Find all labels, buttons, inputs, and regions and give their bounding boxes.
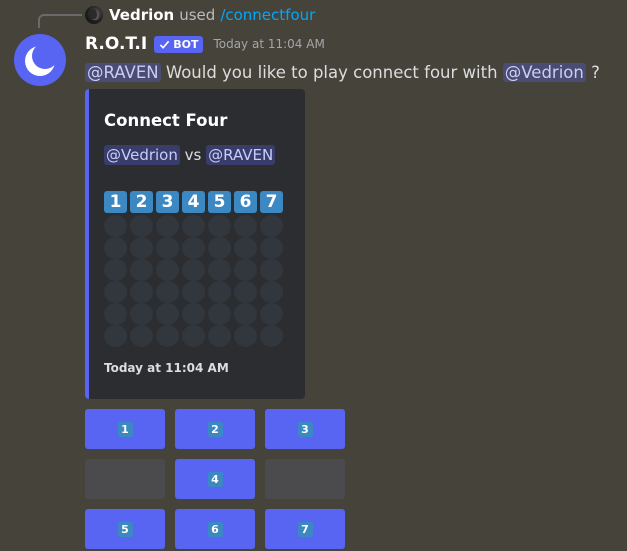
column-number-5-icon: 5: [208, 191, 231, 213]
empty-cell-icon: [234, 237, 257, 259]
keycap-6-icon: 6: [207, 521, 223, 537]
message-text: Would you like to play connect four with: [165, 63, 498, 82]
empty-cell-icon: [208, 259, 231, 281]
empty-cell-icon: [130, 215, 153, 237]
blank-button: [85, 459, 165, 499]
empty-cell-icon: [234, 281, 257, 303]
empty-cell-icon: [208, 215, 231, 237]
mention-challenged[interactable]: @RAVEN: [85, 63, 161, 82]
message-text-end: ?: [591, 63, 600, 82]
vs-text: vs: [184, 146, 202, 164]
keycap-5-icon: 5: [117, 521, 133, 537]
drop-column-3-button[interactable]: 3: [265, 409, 345, 449]
empty-cell-icon: [156, 237, 179, 259]
empty-cell-icon: [182, 281, 205, 303]
empty-cell-icon: [234, 259, 257, 281]
reply-username[interactable]: Vedrion: [109, 6, 174, 24]
column-number-2-icon: 2: [130, 191, 153, 213]
empty-cell-icon: [260, 325, 283, 347]
keycap-4-icon: 4: [207, 471, 223, 487]
keycap-2-icon: 2: [207, 421, 223, 437]
mention-challenger[interactable]: @Vedrion: [502, 63, 586, 82]
column-number-6-icon: 6: [234, 191, 257, 213]
empty-cell-icon: [182, 303, 205, 325]
empty-cell-icon: [104, 325, 127, 347]
game-embed: Connect Four @Vedrion vs @RAVEN 1234567 …: [85, 89, 305, 399]
empty-cell-icon: [208, 237, 231, 259]
empty-cell-icon: [234, 303, 257, 325]
empty-cell-icon: [104, 237, 127, 259]
empty-cell-icon: [260, 303, 283, 325]
checkmark-icon: [159, 40, 170, 49]
drop-column-7-button[interactable]: 7: [265, 509, 345, 549]
bot-tag: BOT: [154, 35, 204, 53]
drop-column-2-button[interactable]: 2: [175, 409, 255, 449]
empty-cell-icon: [130, 281, 153, 303]
empty-cell-icon: [182, 215, 205, 237]
empty-cell-icon: [182, 237, 205, 259]
empty-cell-icon: [156, 325, 179, 347]
empty-cell-icon: [182, 259, 205, 281]
keycap-1-icon: 1: [117, 421, 133, 437]
embed-players: @Vedrion vs @RAVEN: [104, 145, 276, 165]
embed-title: Connect Four: [104, 111, 228, 130]
empty-cell-icon: [156, 259, 179, 281]
column-number-4-icon: 4: [182, 191, 205, 213]
bot-avatar[interactable]: [14, 34, 66, 86]
drop-column-6-button[interactable]: 6: [175, 509, 255, 549]
author-name[interactable]: R.O.T.I: [85, 34, 147, 54]
column-number-3-icon: 3: [156, 191, 179, 213]
keycap-7-icon: 7: [297, 521, 313, 537]
empty-cell-icon: [208, 303, 231, 325]
message-content: @RAVEN Would you like to play connect fo…: [85, 60, 600, 86]
empty-cell-icon: [234, 215, 257, 237]
empty-cell-icon: [260, 259, 283, 281]
empty-cell-icon: [260, 281, 283, 303]
empty-cell-icon: [260, 237, 283, 259]
empty-cell-icon: [130, 259, 153, 281]
empty-cell-icon: [156, 303, 179, 325]
empty-cell-icon: [208, 281, 231, 303]
game-board: [104, 215, 283, 347]
column-number-1-icon: 1: [104, 191, 127, 213]
empty-cell-icon: [182, 325, 205, 347]
drop-column-4-button[interactable]: 4: [175, 459, 255, 499]
empty-cell-icon: [208, 325, 231, 347]
discord-message: Vedrion used /connectfour R.O.T.I BOT To…: [0, 0, 627, 551]
blank-button: [265, 459, 345, 499]
empty-cell-icon: [260, 215, 283, 237]
message-header: R.O.T.I BOT Today at 11:04 AM: [85, 32, 325, 56]
keycap-3-icon: 3: [297, 421, 313, 437]
drop-column-5-button[interactable]: 5: [85, 509, 165, 549]
empty-cell-icon: [130, 303, 153, 325]
reply-connector: [38, 14, 82, 28]
reply-command-link[interactable]: /connectfour: [220, 6, 315, 24]
column-number-7-icon: 7: [260, 191, 283, 213]
command-reply: Vedrion used /connectfour: [85, 4, 315, 26]
player1-mention[interactable]: @Vedrion: [104, 145, 180, 165]
empty-cell-icon: [130, 325, 153, 347]
player2-mention[interactable]: @RAVEN: [206, 145, 276, 165]
embed-footer-timestamp: Today at 11:04 AM: [104, 361, 229, 375]
message-timestamp: Today at 11:04 AM: [213, 37, 325, 51]
bot-tag-label: BOT: [173, 37, 199, 51]
reply-used-text: used: [179, 6, 216, 24]
empty-cell-icon: [104, 259, 127, 281]
reply-user-avatar[interactable]: [85, 6, 103, 24]
empty-cell-icon: [104, 281, 127, 303]
drop-column-1-button[interactable]: 1: [85, 409, 165, 449]
crescent-moon-icon: [25, 43, 58, 76]
empty-cell-icon: [156, 215, 179, 237]
empty-cell-icon: [234, 325, 257, 347]
empty-cell-icon: [130, 237, 153, 259]
column-number-row: 1234567: [104, 191, 283, 213]
empty-cell-icon: [104, 303, 127, 325]
empty-cell-icon: [156, 281, 179, 303]
empty-cell-icon: [104, 215, 127, 237]
